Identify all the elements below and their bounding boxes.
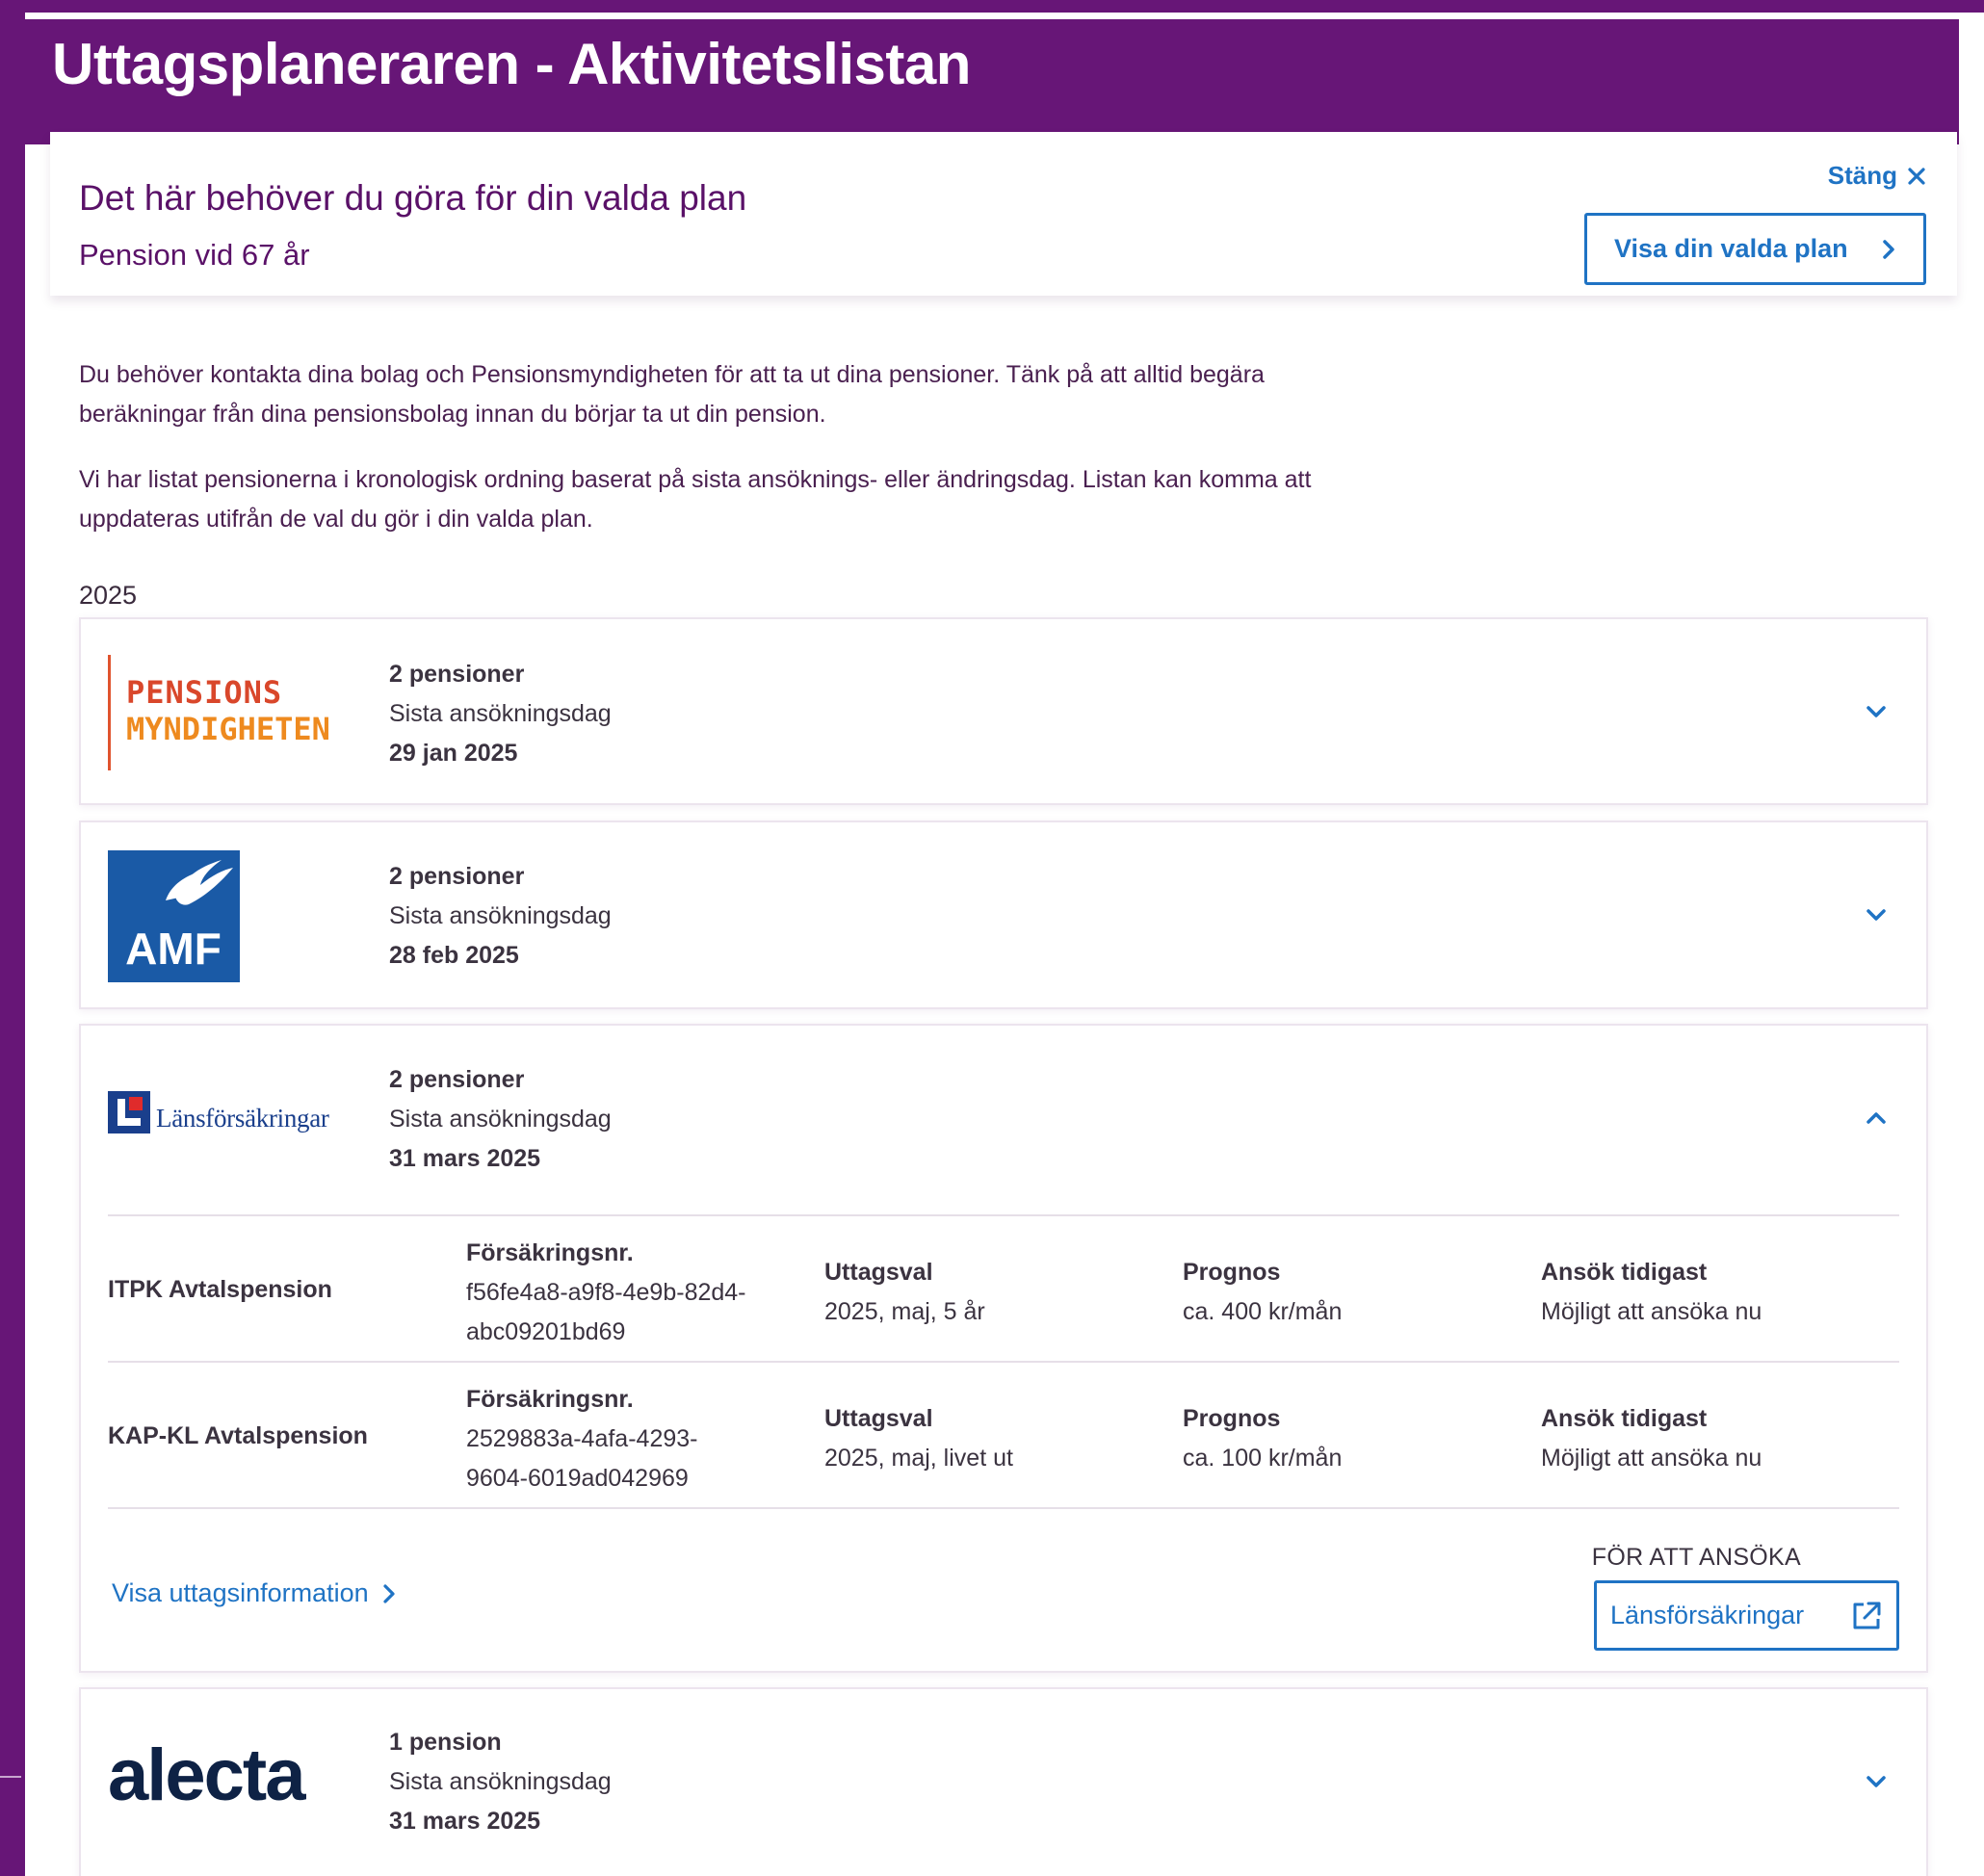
policy-label: Försäkringsnr. bbox=[466, 1386, 634, 1413]
withdrawal-choice: Uttagsval 2025, maj, livet ut bbox=[824, 1399, 1013, 1478]
forecast-value: ca. 100 kr/mån bbox=[1183, 1445, 1343, 1472]
policy-value: f56fe4a8-a9f8-4e9b-82d4- bbox=[466, 1279, 746, 1306]
policy-value: 2529883a-4afa-4293- bbox=[466, 1425, 698, 1452]
forecast-value: ca. 400 kr/mån bbox=[1183, 1298, 1343, 1325]
forecast-label: Prognos bbox=[1183, 1405, 1281, 1432]
amf-logo-text: AMF bbox=[125, 924, 222, 974]
amf-bird-icon: AMF bbox=[125, 860, 233, 974]
choice-value: 2025, maj, livet ut bbox=[824, 1445, 1013, 1472]
withdrawal-choice: Uttagsval 2025, maj, 5 år bbox=[824, 1253, 985, 1332]
activity-panel: Det här behöver du göra för din valda pl… bbox=[50, 132, 1957, 1876]
intro-paragraph: Du behöver kontakta dina bolag och Pensi… bbox=[79, 361, 1265, 428]
withdrawal-info-label: Visa uttagsinformation bbox=[112, 1578, 369, 1607]
deadline-label: Sista ansökningsdag bbox=[389, 700, 612, 727]
provider-card-amf[interactable]: AMF 2 pensioner Sista ansökningsdag 28 f… bbox=[79, 821, 1928, 1009]
close-button[interactable]: Stäng bbox=[1828, 161, 1926, 191]
earliest-label: Ansök tidigast bbox=[1541, 1259, 1708, 1286]
choice-value: 2025, maj, 5 år bbox=[824, 1298, 985, 1325]
panel-heading: Det här behöver du göra för din valda pl… bbox=[79, 178, 747, 218]
chevron-down-icon[interactable] bbox=[1857, 692, 1895, 731]
earliest-value: Möjligt att ansöka nu bbox=[1541, 1298, 1762, 1325]
forecast: Prognos ca. 400 kr/mån bbox=[1183, 1253, 1342, 1332]
deadline-label: Sista ansökningsdag bbox=[389, 1106, 612, 1133]
apply-lansforsakringar-button[interactable]: Länsförsäkringar bbox=[1594, 1580, 1899, 1651]
provider-info: 2 pensioner Sista ansökningsdag 28 feb 2… bbox=[389, 857, 612, 976]
pension-name: KAP-KL Avtalspension bbox=[108, 1422, 368, 1449]
pension-count: 1 pension bbox=[389, 1729, 502, 1756]
plan-summary-card: Det här behöver du göra för din valda pl… bbox=[50, 132, 1957, 296]
provider-info: 1 pension Sista ansökningsdag 31 mars 20… bbox=[389, 1723, 612, 1841]
deadline-date: 31 mars 2025 bbox=[389, 1808, 541, 1835]
earliest-value: Möjligt att ansöka nu bbox=[1541, 1445, 1762, 1472]
policy-number: Försäkringsnr. 2529883a-4afa-4293- 9604-… bbox=[466, 1380, 697, 1498]
deadline-date: 29 jan 2025 bbox=[389, 740, 518, 767]
lf-logo-text: Länsförsäkringar bbox=[156, 1104, 329, 1133]
provider-card-alecta[interactable]: alecta 1 pension Sista ansökningsdag 31 … bbox=[79, 1687, 1928, 1876]
chevron-up-icon[interactable] bbox=[1857, 1099, 1895, 1137]
chevron-down-icon[interactable] bbox=[1857, 896, 1895, 934]
deadline-date: 31 mars 2025 bbox=[389, 1145, 541, 1172]
app-window: Uttagsplaneraren - Aktivitetslistan Det … bbox=[0, 0, 1984, 1876]
plan-subheading: Pension vid 67 år bbox=[79, 238, 310, 272]
close-icon bbox=[1908, 167, 1925, 185]
pension-count: 2 pensioner bbox=[389, 1066, 525, 1093]
pension-count: 2 pensioner bbox=[389, 863, 525, 890]
pension-row: ITPK Avtalspension Försäkringsnr. f56fe4… bbox=[108, 1216, 1899, 1361]
forecast-label: Prognos bbox=[1183, 1259, 1281, 1286]
apply-label: FÖR ATT ANSÖKA bbox=[1591, 1544, 1801, 1571]
lf-mark-icon bbox=[108, 1091, 150, 1133]
earliest-label: Ansök tidigast bbox=[1541, 1405, 1708, 1432]
apply-button-label: Länsförsäkringar bbox=[1610, 1601, 1805, 1629]
side-divider bbox=[0, 1776, 21, 1778]
policy-number: Försäkringsnr. f56fe4a8-a9f8-4e9b-82d4- … bbox=[466, 1234, 746, 1352]
provider-info: 2 pensioner Sista ansökningsdag 31 mars … bbox=[389, 1060, 612, 1179]
logo-line: PENSIONS bbox=[126, 674, 283, 711]
withdrawal-info-link[interactable]: Visa uttagsinformation bbox=[112, 1578, 396, 1608]
provider-card-lansforsakringar: Länsförsäkringar 2 pensioner Sista ansök… bbox=[79, 1024, 1928, 1673]
external-link-icon bbox=[1853, 1602, 1881, 1628]
policy-value: 9604-6019ad042969 bbox=[466, 1465, 689, 1492]
show-plan-button[interactable]: Visa din valda plan bbox=[1584, 213, 1926, 285]
earliest-application: Ansök tidigast Möjligt att ansöka nu bbox=[1541, 1399, 1762, 1478]
provider-info: 2 pensioner Sista ansökningsdag 29 jan 2… bbox=[389, 655, 612, 773]
chevron-right-icon bbox=[383, 1583, 395, 1603]
chevron-right-icon bbox=[1883, 239, 1894, 259]
alecta-logo: alecta bbox=[108, 1734, 305, 1816]
pension-count: 2 pensioner bbox=[389, 661, 525, 688]
amf-logo: AMF bbox=[108, 850, 240, 982]
app-title: Uttagsplaneraren - Aktivitetslistan bbox=[52, 32, 971, 96]
intro-text: Du behöver kontakta dina bolag och Pensi… bbox=[79, 355, 1331, 539]
policy-label: Försäkringsnr. bbox=[466, 1239, 634, 1266]
divider bbox=[108, 1507, 1899, 1509]
chevron-down-icon[interactable] bbox=[1857, 1762, 1895, 1801]
policy-value: abc09201bd69 bbox=[466, 1318, 626, 1345]
close-label: Stäng bbox=[1827, 161, 1897, 190]
pension-name: ITPK Avtalspension bbox=[108, 1276, 332, 1303]
pensionsmyndigheten-logo: PENSIONS MYNDIGHETEN bbox=[108, 655, 349, 770]
deadline-label: Sista ansökningsdag bbox=[389, 902, 612, 929]
choice-label: Uttagsval bbox=[824, 1259, 933, 1286]
show-plan-label: Visa din valda plan bbox=[1614, 234, 1848, 263]
logo-line: MYNDIGHETEN bbox=[126, 711, 330, 747]
earliest-application: Ansök tidigast Möjligt att ansöka nu bbox=[1541, 1253, 1762, 1332]
year-heading: 2025 bbox=[79, 581, 138, 610]
deadline-date: 28 feb 2025 bbox=[389, 942, 519, 969]
choice-label: Uttagsval bbox=[824, 1405, 933, 1432]
lansforsakringar-logo: Länsförsäkringar bbox=[108, 1091, 329, 1133]
forecast: Prognos ca. 100 kr/mån bbox=[1183, 1399, 1342, 1478]
provider-card-pensionsmyndigheten[interactable]: PENSIONS MYNDIGHETEN 2 pensioner Sista a… bbox=[79, 617, 1928, 805]
pension-row: KAP-KL Avtalspension Försäkringsnr. 2529… bbox=[108, 1363, 1899, 1507]
deadline-label: Sista ansökningsdag bbox=[389, 1768, 612, 1795]
intro-paragraph: Vi har listat pensionerna i kronologisk … bbox=[79, 466, 1312, 533]
